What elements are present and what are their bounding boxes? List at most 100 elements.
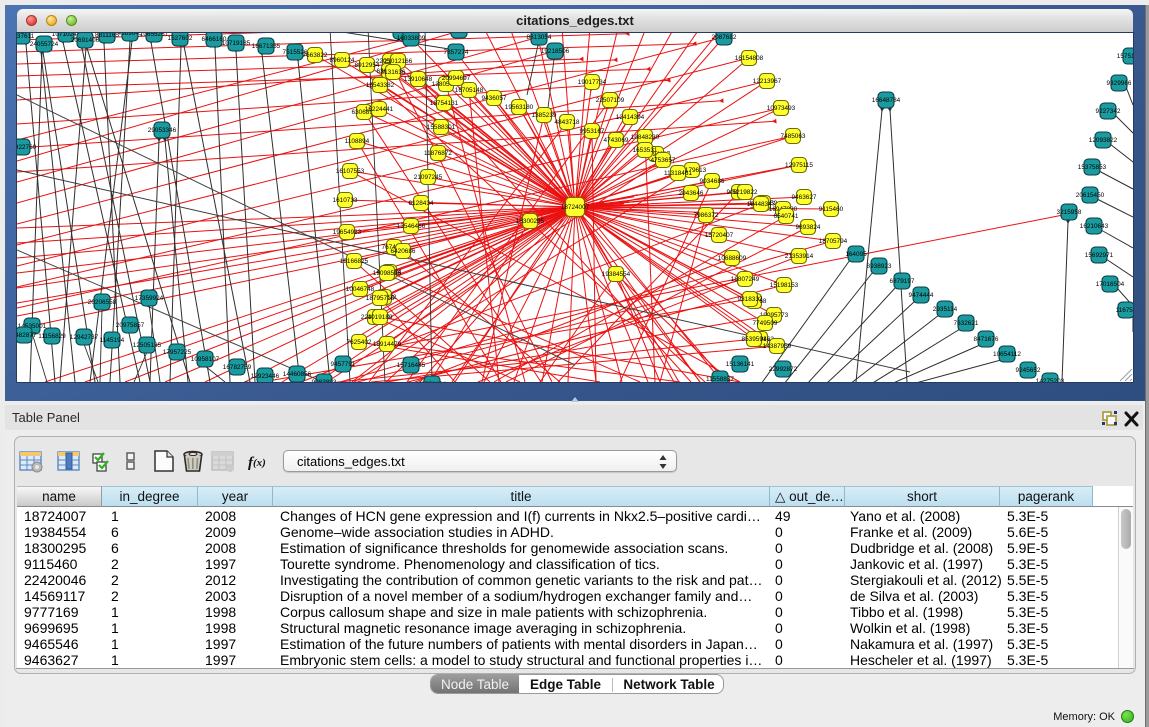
svg-text:6128434: 6128434	[409, 200, 434, 207]
svg-text:18922760: 18922760	[17, 144, 37, 151]
svg-text:3131636: 3131636	[381, 69, 406, 76]
svg-text:18724007: 18724007	[561, 204, 590, 211]
svg-text:8813054: 8813054	[527, 34, 552, 41]
svg-text:10654112: 10654112	[993, 351, 1021, 358]
svg-text:7632621: 7632621	[954, 320, 979, 327]
svg-text:16543382: 16543382	[366, 82, 395, 89]
svg-text:11318461: 11318461	[664, 170, 692, 177]
svg-text:18754131: 18754131	[430, 100, 459, 107]
svg-text:16782759: 16782759	[223, 364, 252, 371]
svg-text:16648784: 16648784	[872, 97, 901, 104]
svg-text:20975857: 20975857	[116, 322, 145, 329]
svg-text:16914479: 16914479	[373, 341, 402, 348]
svg-text:8960124: 8960124	[330, 57, 355, 64]
svg-text:22992872: 22992872	[769, 366, 798, 373]
svg-text:10655267: 10655267	[140, 33, 169, 38]
svg-text:19098556: 19098556	[373, 270, 402, 277]
svg-text:10848230: 10848230	[631, 134, 660, 141]
svg-text:19017734: 19017734	[578, 79, 607, 86]
svg-text:7749509: 7749509	[753, 320, 778, 327]
svg-text:16224441: 16224441	[365, 106, 394, 113]
svg-text:6879197: 6879197	[890, 278, 915, 285]
svg-text:1527602: 1527602	[168, 35, 193, 42]
svg-text:9893824: 9893824	[796, 224, 821, 231]
svg-text:18807249: 18807249	[731, 276, 760, 283]
svg-text:7986372: 7986372	[694, 212, 719, 219]
svg-text:16210643: 16210643	[1080, 223, 1109, 230]
svg-text:14387959: 14387959	[763, 343, 792, 350]
svg-text:3215958: 3215958	[1057, 209, 1082, 216]
svg-text:1610733: 1610733	[333, 197, 358, 204]
svg-text:1108894: 1108894	[345, 138, 370, 145]
svg-text:7857274: 7857274	[444, 49, 469, 56]
svg-text:14275203: 14275203	[1036, 378, 1065, 382]
svg-text:19563180: 19563180	[505, 104, 534, 111]
svg-text:7625402: 7625402	[347, 339, 372, 346]
svg-text:6482877: 6482877	[17, 332, 37, 339]
svg-text:1019189: 1019189	[368, 314, 393, 321]
svg-text:19166825: 19166825	[340, 258, 369, 265]
svg-text:15136141: 15136141	[726, 361, 755, 368]
svg-text:8471676: 8471676	[974, 336, 999, 343]
svg-text:13546466: 13546466	[397, 223, 426, 230]
svg-text:15716485: 15716485	[397, 362, 426, 369]
svg-text:15692971: 15692971	[1085, 252, 1114, 259]
svg-text:9034686: 9034686	[700, 178, 725, 185]
svg-text:9463627: 9463627	[792, 194, 817, 201]
svg-text:19384554: 19384554	[602, 271, 631, 278]
svg-text:8539591: 8539591	[742, 336, 767, 343]
svg-text:7485063: 7485063	[781, 133, 806, 140]
svg-text:16705148: 16705148	[455, 87, 484, 94]
svg-text:11156829: 11156829	[38, 333, 66, 340]
svg-text:15751024: 15751024	[1117, 53, 1133, 60]
svg-text:2943646: 2943646	[679, 190, 704, 197]
svg-text:12093822: 12093822	[1089, 137, 1118, 144]
svg-text:6420686: 6420686	[391, 248, 416, 255]
svg-text:12213967: 12213967	[753, 78, 782, 85]
svg-text:29053346: 29053346	[148, 127, 177, 134]
svg-text:116753: 116753	[1116, 307, 1133, 314]
svg-text:1653531: 1653531	[633, 147, 658, 154]
svg-text:1145194: 1145194	[100, 337, 125, 344]
svg-text:9245652: 9245652	[1016, 367, 1041, 374]
svg-text:20994697: 20994697	[442, 75, 471, 82]
svg-text:9953167: 9953167	[580, 128, 605, 135]
svg-text:13910648: 13910648	[404, 76, 433, 83]
svg-text:9115460: 9115460	[819, 206, 844, 213]
svg-text:4743069: 4743069	[604, 137, 629, 144]
svg-text:11876872: 11876872	[424, 150, 452, 157]
svg-text:2935114: 2935114	[933, 306, 958, 313]
svg-text:20031404: 20031404	[418, 381, 447, 382]
svg-text:164095: 164095	[845, 251, 867, 258]
svg-text:10688609: 10688609	[718, 255, 747, 262]
svg-text:20615450: 20615450	[1076, 192, 1105, 199]
svg-text:21353914: 21353914	[785, 253, 814, 260]
svg-text:6540741: 6540741	[774, 213, 799, 220]
svg-text:12942737: 12942737	[70, 334, 99, 341]
svg-text:10719185: 10719185	[222, 40, 251, 47]
svg-text:2537611: 2537611	[17, 33, 35, 40]
svg-text:17016504: 17016504	[1096, 281, 1125, 288]
svg-text:9983893: 9983893	[312, 379, 337, 382]
svg-text:9227342: 9227342	[1096, 108, 1121, 115]
svg-text:9457791: 9457791	[331, 361, 356, 368]
svg-text:5219822: 5219822	[733, 189, 758, 196]
svg-text:15375853: 15375853	[1078, 164, 1107, 171]
svg-text:8811165: 8811165	[95, 33, 119, 39]
svg-text:18300295: 18300295	[516, 218, 545, 225]
svg-text:9329966: 9329966	[1107, 80, 1132, 87]
svg-text:9318332: 9318332	[738, 296, 763, 303]
svg-text:12505135: 12505135	[133, 342, 162, 349]
svg-text:10973493: 10973493	[767, 105, 796, 112]
svg-text:9474444: 9474444	[909, 292, 934, 299]
svg-text:18705794: 18705794	[819, 238, 848, 245]
svg-text:9436057: 9436057	[482, 95, 507, 102]
svg-text:12975115: 12975115	[785, 162, 813, 169]
svg-text:10046748: 10046748	[346, 286, 375, 293]
svg-text:17957225: 17957225	[163, 349, 192, 356]
svg-text:14460856: 14460856	[283, 371, 312, 378]
svg-text:1385239: 1385239	[532, 112, 557, 119]
svg-text:15198153: 15198153	[770, 282, 799, 289]
svg-text:19448347: 19448347	[747, 201, 776, 208]
svg-text:21097245: 21097245	[414, 174, 443, 181]
